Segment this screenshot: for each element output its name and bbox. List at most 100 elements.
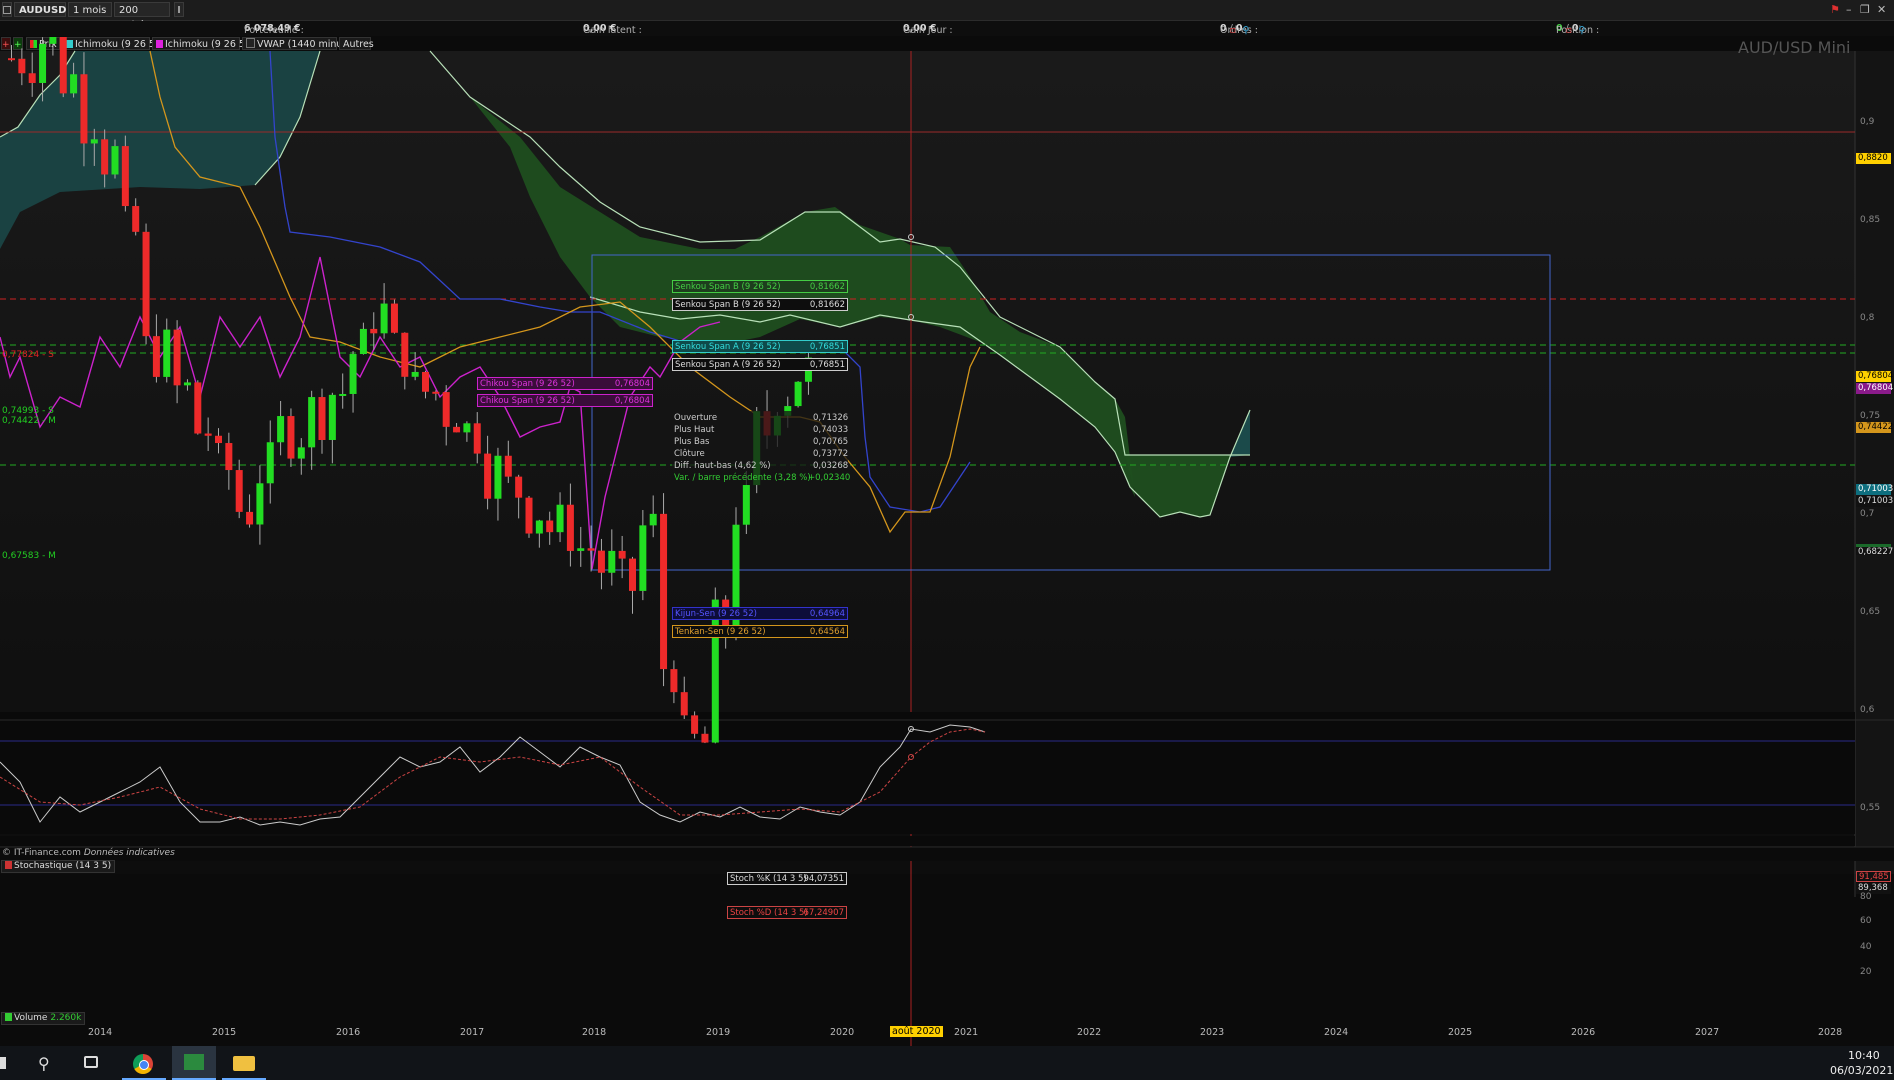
level-label: 0,74993 - S [2, 406, 54, 416]
senkou-b-tooltip: Senkou Span B (9 26 52) 0,81662 [672, 280, 848, 293]
year-label: 2021 [954, 1027, 979, 1038]
candle-body [49, 37, 57, 44]
period-select[interactable]: 1 mois [68, 2, 112, 27]
year-label: 2018 [582, 1027, 607, 1038]
chikou-tooltip: Chikou Span (9 26 52) 0,76804 [477, 394, 653, 407]
kijun-price-tag: 0,68227 [1856, 544, 1893, 557]
restore-icon[interactable]: ❐ [1860, 3, 1870, 16]
axis-tick: 0,9 [1860, 117, 1875, 127]
stoch-axis-tick: 60 [1860, 916, 1872, 926]
axis-tick: 0,85 [1860, 215, 1881, 225]
candle-body [680, 692, 688, 716]
year-label: 2027 [1695, 1027, 1720, 1038]
price-chart[interactable] [0, 37, 1894, 1046]
axis-tick: 0,6 [1860, 705, 1875, 715]
candle-body [183, 382, 191, 386]
axis-tick: 0,75 [1860, 411, 1881, 421]
chrome-icon[interactable] [122, 1046, 166, 1080]
candle-body [639, 525, 647, 591]
ohlc-value: 0,03268 [813, 461, 849, 471]
axis-tick: 0,65 [1860, 607, 1881, 617]
chart-title: AUD/USD Mini [1738, 38, 1851, 57]
search-icon[interactable]: ⚲ [1579, 25, 1586, 36]
candle-body [339, 393, 347, 396]
level-label: 0,74422 - M [2, 416, 56, 426]
candle-body [370, 328, 378, 334]
candle-body [349, 354, 357, 394]
task-view-icon[interactable] [72, 1046, 116, 1080]
candle-body [660, 513, 668, 670]
crosshair-price-tag: 0,8820 [1856, 153, 1891, 164]
stoch-axis-tick: 20 [1860, 967, 1872, 977]
ohlc-label: Plus Haut [674, 425, 715, 435]
candle-body [742, 485, 750, 525]
candle-body [608, 550, 616, 573]
candle-body [411, 371, 419, 377]
candle-body [90, 139, 98, 144]
toolbar-toggle-button[interactable] [174, 2, 184, 17]
candle-body [318, 397, 326, 440]
ohlc-value: +0,02340 [808, 473, 851, 483]
ohlc-label: Diff. haut-bas (4,62 %) [674, 461, 771, 471]
ohlc-label: Clôture [674, 449, 705, 459]
candle-body [8, 58, 15, 61]
instrument-select[interactable]: AUDUSD [14, 2, 66, 27]
orders[interactable]: Ordres : 0 ▫ / 0 ⚲ [1220, 23, 1258, 36]
candle-body [163, 329, 171, 377]
chikou-price-tag: 0,76804 [1856, 383, 1894, 394]
candle-body [173, 329, 181, 386]
trading-app-icon[interactable] [172, 1046, 216, 1080]
minimize-icon[interactable]: – [1846, 3, 1852, 16]
vwap-price-tag: 0,71003 [1856, 496, 1894, 507]
position[interactable]: Position : 0 ▫ / 0 ⚲ [1556, 23, 1599, 36]
year-label: 2028 [1818, 1027, 1843, 1038]
alert-icon[interactable]: ⚑ [1830, 3, 1840, 16]
candle-body [142, 231, 150, 337]
search-icon[interactable]: ⚲ [24, 1046, 68, 1080]
gain-latent: Gain latent : 0,00 € [583, 23, 642, 36]
clock-date[interactable]: 06/03/2021 [1830, 1064, 1893, 1077]
year-label: 2023 [1200, 1027, 1225, 1038]
candle-body [308, 397, 316, 448]
tenkan-price-tag: 0,74422 [1856, 422, 1894, 433]
candle-body [380, 303, 388, 334]
year-label: 2025 [1448, 1027, 1473, 1038]
clock-time[interactable]: 10:40 [1848, 1049, 1880, 1062]
candle-body [101, 139, 109, 175]
start-button[interactable] [0, 1046, 8, 1080]
candle-body [504, 455, 512, 477]
ohlc-value: 0,74033 [813, 425, 849, 435]
candle-body [401, 332, 409, 377]
candle-body [235, 470, 243, 512]
stoch-axis-tick: 80 [1860, 892, 1872, 902]
stochastic-panel-label[interactable]: Stochastique (14 3 5) [1, 860, 116, 873]
units-select[interactable]: 200 unités [114, 2, 170, 31]
candle-body [556, 504, 564, 533]
ohlc-label: Ouverture [674, 413, 718, 423]
candle-body [701, 733, 709, 743]
candle-body [246, 511, 254, 525]
copyright: © IT-Finance.com Données indicatives [2, 848, 175, 858]
menu-icon[interactable] [2, 2, 12, 17]
candle-body [494, 455, 502, 499]
last-price-tag: 0,76804 [1856, 371, 1894, 382]
senkou-a-tooltip: Senkou Span A (9 26 52) 0,76851 [672, 340, 848, 353]
candle-body [328, 394, 336, 440]
top-toolbar: AUDUSD 1 mois 200 unités ⚑ – ❐ ✕ [0, 0, 1894, 31]
close-icon[interactable]: ✕ [1877, 3, 1886, 16]
candle-body [390, 303, 398, 333]
portfolio-bar: Portefeuille : 6 078,49 € Gain latent : … [0, 21, 1894, 36]
candle-body [587, 548, 595, 551]
file-explorer-icon[interactable] [222, 1046, 266, 1080]
candle-body [566, 504, 574, 551]
candle-body [39, 43, 47, 83]
search-icon[interactable]: ⚲ [1243, 25, 1250, 36]
year-label: 2026 [1571, 1027, 1596, 1038]
candle-body [204, 433, 212, 436]
candle-body [28, 73, 36, 83]
candle-body [473, 423, 481, 454]
ohlc-value: 0,71326 [813, 413, 849, 423]
candle-body [453, 426, 461, 433]
volume-panel-label[interactable]: Volume 2.260k [1, 1012, 86, 1025]
axis-tick: 0,8 [1860, 313, 1875, 323]
